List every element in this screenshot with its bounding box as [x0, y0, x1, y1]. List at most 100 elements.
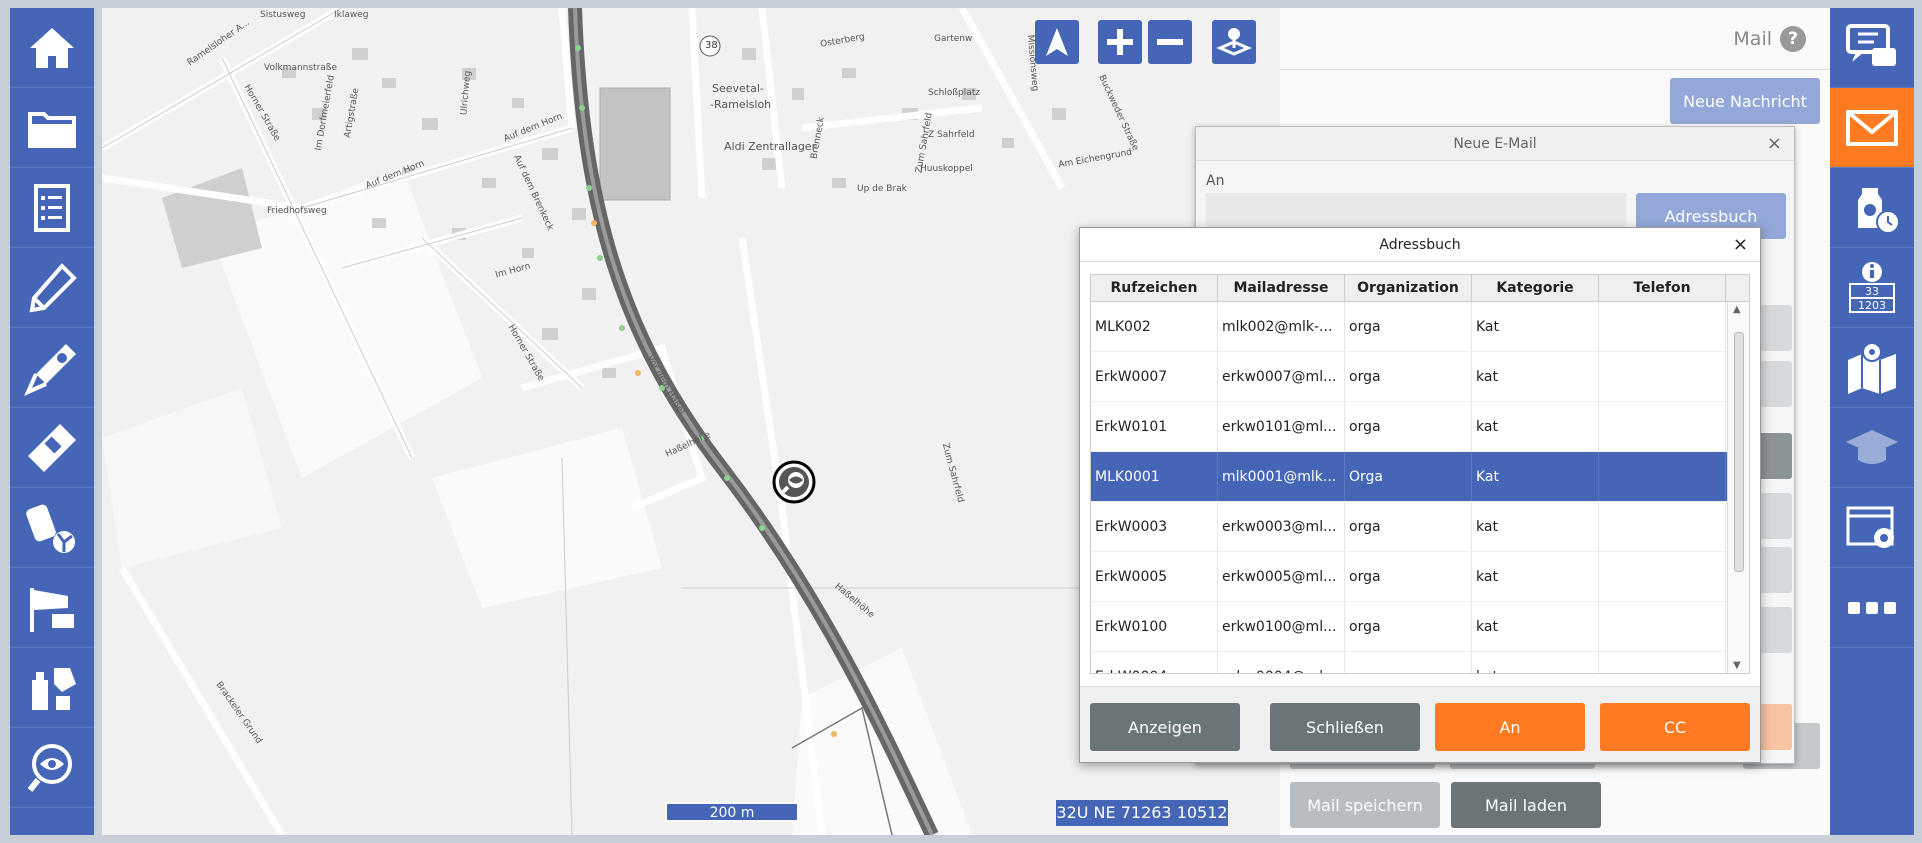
show-button[interactable]: Anzeigen [1090, 703, 1240, 751]
eye-search-icon[interactable] [10, 728, 94, 808]
cell-call: ErkW0100 [1091, 602, 1218, 651]
map-label: Friedhofsweg [267, 206, 327, 216]
pen-icon[interactable] [10, 248, 94, 328]
table-row[interactable]: ErkW0101 erkw0101@ml... orga kat [1091, 402, 1749, 452]
cell-phone [1599, 552, 1726, 601]
cell-mail: erkw0007@ml... [1218, 352, 1345, 401]
scroll-up-icon[interactable]: ▲ [1733, 304, 1741, 315]
more-icon[interactable] [1830, 568, 1914, 648]
map-pin-icon[interactable] [1830, 328, 1914, 408]
map-label: Z Sahrfeld [928, 130, 975, 140]
mail-header: Mail ? [1280, 8, 1830, 70]
column-header-mailadresse[interactable]: Mailadresse [1218, 275, 1345, 301]
home-icon[interactable] [10, 8, 94, 88]
column-header-organization[interactable]: Organization [1345, 275, 1472, 301]
cell-org: orga [1345, 352, 1472, 401]
map-label: Seevetal- [712, 82, 764, 95]
dialog-titlebar: Neue E-Mail × [1196, 127, 1794, 161]
column-header-telefon[interactable]: Telefon [1599, 275, 1726, 301]
map-label: Huuskoppel [920, 164, 973, 174]
locate-me-button[interactable] [1212, 20, 1256, 64]
cell-mail: erkw0100@ml... [1218, 602, 1345, 651]
scroll-thumb[interactable] [1734, 332, 1744, 572]
ghost-button [1756, 704, 1792, 750]
chemicals-icon[interactable] [10, 648, 94, 728]
help-icon[interactable]: ? [1780, 25, 1806, 52]
cell-org: orga [1345, 302, 1472, 351]
map-label: Schloßplatz [928, 88, 981, 98]
cell-org: orga [1345, 602, 1472, 651]
wind-sock-icon[interactable] [10, 568, 94, 648]
gas-bottle-timer-icon[interactable] [1830, 168, 1914, 248]
table-row[interactable]: ErkW0004 erkw0004@ml... orga kat [1091, 652, 1749, 673]
chat-icon[interactable] [1830, 8, 1914, 88]
column-header-kategorie[interactable]: Kategorie [1472, 275, 1599, 301]
checklist-icon[interactable] [10, 168, 94, 248]
close-button[interactable]: Schließen [1270, 703, 1420, 751]
table-row[interactable]: ErkW0007 erkw0007@ml... orga kat [1091, 352, 1749, 402]
cell-call: MLK002 [1091, 302, 1218, 351]
right-sidebar: 33 1203 [1830, 8, 1914, 835]
close-icon[interactable]: × [1733, 228, 1748, 262]
cell-mail: erkw0005@ml... [1218, 552, 1345, 601]
table-row[interactable]: ErkW0005 erkw0005@ml... orga kat [1091, 552, 1749, 602]
north-arrow-button[interactable] [1035, 20, 1079, 64]
scroll-down-icon[interactable]: ▼ [1733, 660, 1741, 671]
location-marker-icon[interactable] [772, 460, 816, 504]
info-number-icon[interactable]: 33 1203 [1830, 248, 1914, 328]
probe-icon[interactable] [10, 328, 94, 408]
cell-call: ErkW0005 [1091, 552, 1218, 601]
close-icon[interactable]: × [1767, 127, 1782, 161]
cell-phone [1599, 352, 1726, 401]
radiation-meter-icon[interactable] [10, 488, 94, 568]
info-number-top: 33 [1865, 285, 1879, 298]
ghost-button [1756, 607, 1792, 653]
load-mail-button[interactable]: Mail laden [1451, 782, 1601, 828]
folder-icon[interactable] [10, 88, 94, 168]
cell-cat: kat [1472, 402, 1599, 451]
mail-icon[interactable] [1830, 88, 1914, 168]
mail-title: Mail [1733, 27, 1772, 50]
map-label: Gartenw [934, 34, 973, 44]
cell-call: ErkW0101 [1091, 402, 1218, 451]
table-row[interactable]: ErkW0003 erkw0003@ml... orga kat [1091, 502, 1749, 552]
table-row-selected[interactable]: MLK0001 mlk0001@mlk... Orga Kat [1091, 452, 1749, 502]
cell-mail: mlk0001@mlk... [1218, 452, 1345, 501]
map-label: Volkmannstraße [264, 63, 338, 73]
cell-phone [1599, 302, 1726, 351]
zoom-out-button[interactable] [1148, 20, 1192, 64]
route-number: 38 [705, 40, 718, 51]
cell-mail: erkw0101@ml... [1218, 402, 1345, 451]
cell-phone [1599, 652, 1726, 673]
cell-call: ErkW0003 [1091, 502, 1218, 551]
cc-button[interactable]: CC [1600, 703, 1750, 751]
column-header-rufzeichen[interactable]: Rufzeichen [1091, 275, 1218, 301]
cell-cat: Kat [1472, 452, 1599, 501]
cell-cat: kat [1472, 652, 1599, 673]
new-message-button[interactable]: Neue Nachricht [1670, 78, 1820, 124]
vertical-scrollbar[interactable]: ▲ ▼ [1727, 302, 1749, 673]
dialog-titlebar: Adressbuch × [1080, 228, 1760, 262]
ghost-button [1756, 493, 1792, 539]
map-label: Up de Brak [857, 184, 907, 194]
zoom-in-button[interactable] [1098, 20, 1142, 64]
graduation-cap-icon [1830, 408, 1914, 488]
left-sidebar [10, 8, 94, 835]
dialog-footer: Anzeigen Schließen An CC [1080, 686, 1760, 762]
ghost-button [1756, 547, 1792, 593]
save-mail-button[interactable]: Mail speichern [1290, 782, 1440, 828]
settings-window-icon[interactable] [1830, 488, 1914, 568]
table-row[interactable]: ErkW0100 erkw0100@ml... orga kat [1091, 602, 1749, 652]
address-book-dialog: Adressbuch × Rufzeichen Mailadresse Orga… [1079, 227, 1761, 763]
device-icon[interactable] [10, 408, 94, 488]
to-button[interactable]: An [1435, 703, 1585, 751]
map-label: Iklaweg [334, 10, 369, 20]
cell-cat: kat [1472, 552, 1599, 601]
dialog-title: Neue E-Mail [1453, 136, 1537, 152]
cell-org: orga [1345, 652, 1472, 673]
cell-org: orga [1345, 552, 1472, 601]
cell-org: orga [1345, 402, 1472, 451]
map-label: Aldi Zentrallager [724, 140, 817, 153]
cell-call: ErkW0004 [1091, 652, 1218, 673]
table-row[interactable]: MLK002 mlk002@mlk-... orga Kat [1091, 302, 1749, 352]
